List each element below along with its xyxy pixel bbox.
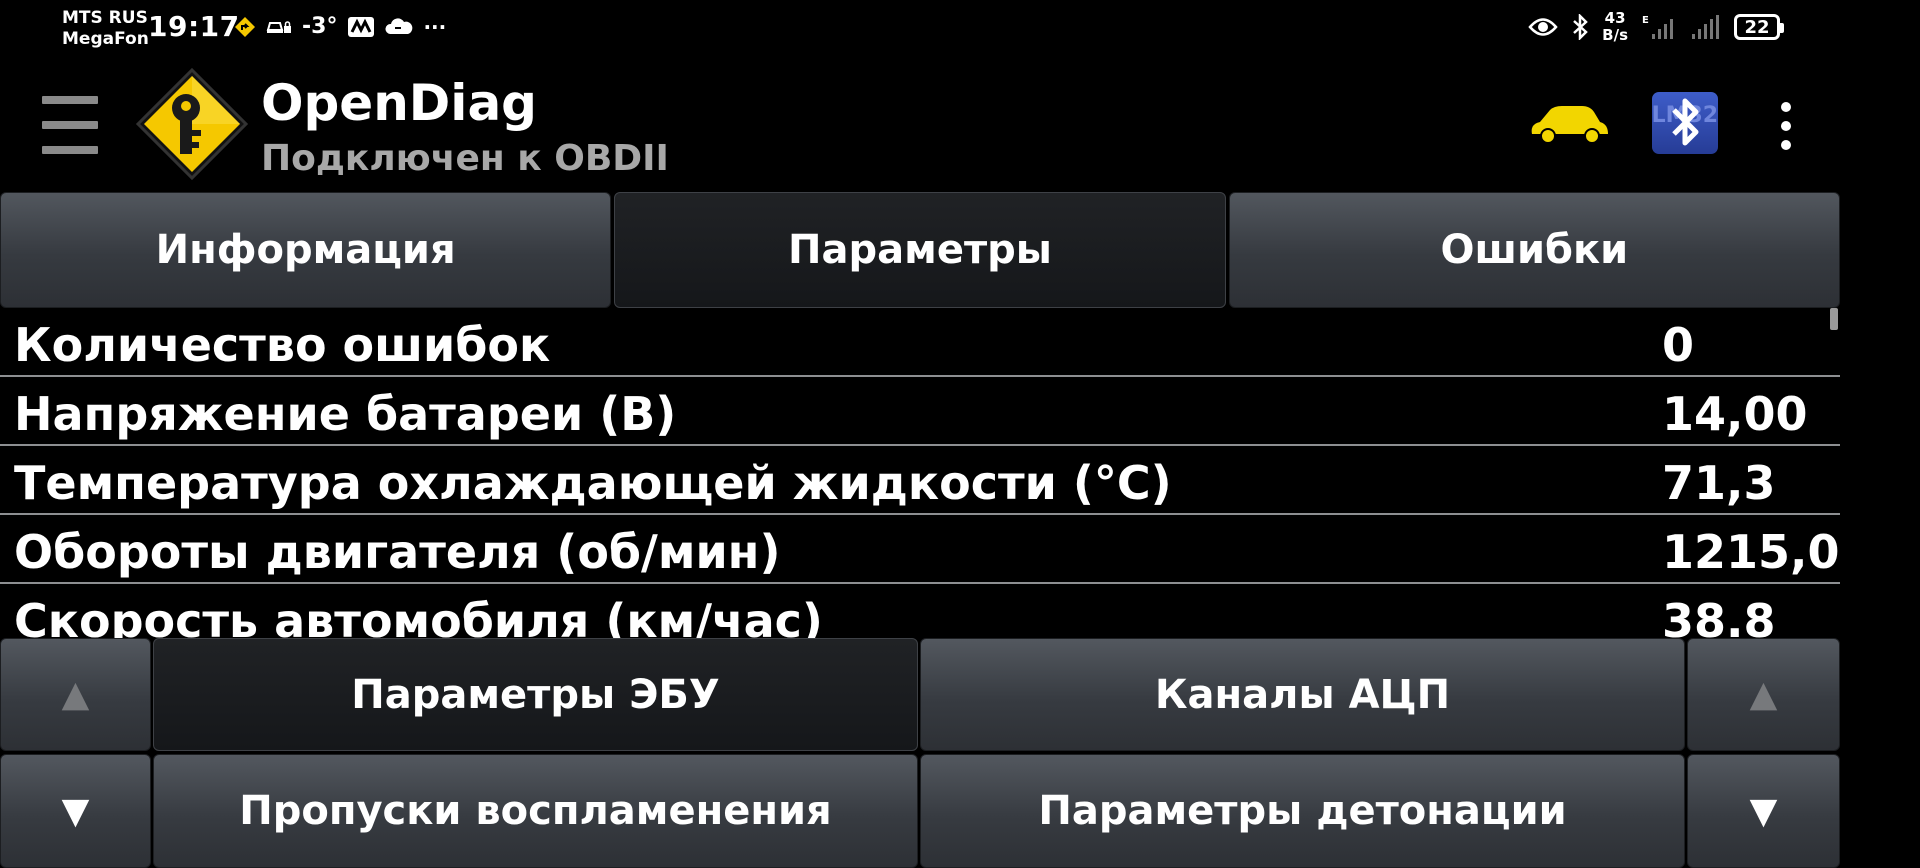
navigation-icon [235, 16, 255, 37]
main-tabs: Информация Параметры Ошибки [0, 192, 1840, 308]
battery-icon: 22 [1734, 14, 1784, 40]
more-notifications-icon: ··· [423, 14, 447, 39]
param-name: Температура охлаждающей жидкости (°С) [14, 456, 1172, 510]
app-bar: OpenDiag Подключен к OBDII ELM327 [0, 56, 1840, 190]
list-item: Температура охлаждающей жидкости (°С) 71… [0, 446, 1840, 515]
param-value: 38.8 [1662, 594, 1776, 638]
parameter-list[interactable]: Количество ошибок 0 Напряжение батареи (… [0, 308, 1840, 638]
arrow-down-icon: ▼ [1749, 790, 1778, 832]
ecu-params-button[interactable]: Параметры ЭБУ [153, 638, 918, 751]
adc-channels-button[interactable]: Каналы АЦП [920, 638, 1685, 751]
clock: 19:17 [148, 10, 240, 43]
status-bar: MTS RUS MegaFon 19:17 -3° ··· 43 B/s E 2… [0, 0, 1920, 56]
notification-icons: -3° ··· [234, 14, 446, 39]
temperature-indicator: -3° [302, 14, 338, 39]
eye-icon [1528, 18, 1558, 36]
list-item: Обороты двигателя (об/мин) 1215,0 [0, 515, 1840, 584]
param-name: Напряжение батареи (В) [14, 387, 677, 441]
net-speed-value: 43 [1604, 9, 1626, 27]
menu-icon[interactable] [42, 96, 98, 154]
cloud-notification-icon [385, 17, 413, 34]
misfires-button[interactable]: Пропуски воспламенения [153, 754, 918, 868]
scroll-up-left-button[interactable]: ▲ [0, 638, 151, 751]
signal-icon-2 [1692, 15, 1719, 39]
battery-level: 22 [1744, 16, 1770, 38]
car-icon[interactable] [1528, 104, 1610, 144]
car-lock-icon [266, 20, 291, 33]
carrier-1: MTS RUS [62, 8, 148, 28]
tab-parameters[interactable]: Параметры [614, 192, 1226, 308]
scroll-down-right-button[interactable]: ▼ [1687, 754, 1840, 868]
opendiag-logo [135, 67, 249, 181]
param-value: 1215,0 [1662, 525, 1840, 579]
parameter-group-controls: ▲ Параметры ЭБУ Каналы АЦП ▲ ▼ Пропуски … [0, 638, 1840, 868]
elm327-bluetooth-icon[interactable]: ELM327 [1652, 92, 1718, 154]
arrow-up-icon: ▲ [1749, 674, 1778, 715]
network-type-label: E [1642, 15, 1649, 26]
list-item: Напряжение батареи (В) 14,00 [0, 377, 1840, 446]
param-name: Количество ошибок [14, 318, 551, 372]
carrier-2: MegaFon [62, 29, 149, 49]
signal-icon-1: E [1642, 15, 1673, 39]
app-notification-icon [348, 16, 375, 37]
system-icons: 43 B/s E 22 [1528, 10, 1784, 44]
param-value: 14,00 [1662, 387, 1808, 441]
scroll-down-left-button[interactable]: ▼ [0, 754, 151, 868]
net-speed: 43 B/s [1602, 10, 1628, 44]
list-item: Количество ошибок 0 [0, 308, 1840, 377]
knock-params-button[interactable]: Параметры детонации [920, 754, 1685, 868]
param-name: Скорость автомобиля (км/час) [14, 594, 823, 638]
list-scrollbar[interactable] [1830, 308, 1838, 330]
app-title: OpenDiag [261, 74, 537, 132]
net-speed-unit: B/s [1602, 26, 1628, 44]
carrier-info: MTS RUS MegaFon [62, 8, 149, 50]
arrow-up-icon: ▲ [61, 674, 90, 715]
bluetooth-status-icon [1573, 14, 1588, 40]
param-value: 0 [1662, 318, 1695, 372]
overflow-menu-icon[interactable] [1776, 102, 1796, 150]
param-name: Обороты двигателя (об/мин) [14, 525, 781, 579]
scroll-up-right-button[interactable]: ▲ [1687, 638, 1840, 751]
tab-information[interactable]: Информация [0, 192, 612, 308]
arrow-down-icon: ▼ [61, 790, 90, 832]
tab-errors[interactable]: Ошибки [1228, 192, 1840, 308]
connection-status: Подключен к OBDII [261, 138, 669, 179]
list-item: Скорость автомобиля (км/час) 38.8 [0, 584, 1840, 638]
param-value: 71,3 [1662, 456, 1776, 510]
